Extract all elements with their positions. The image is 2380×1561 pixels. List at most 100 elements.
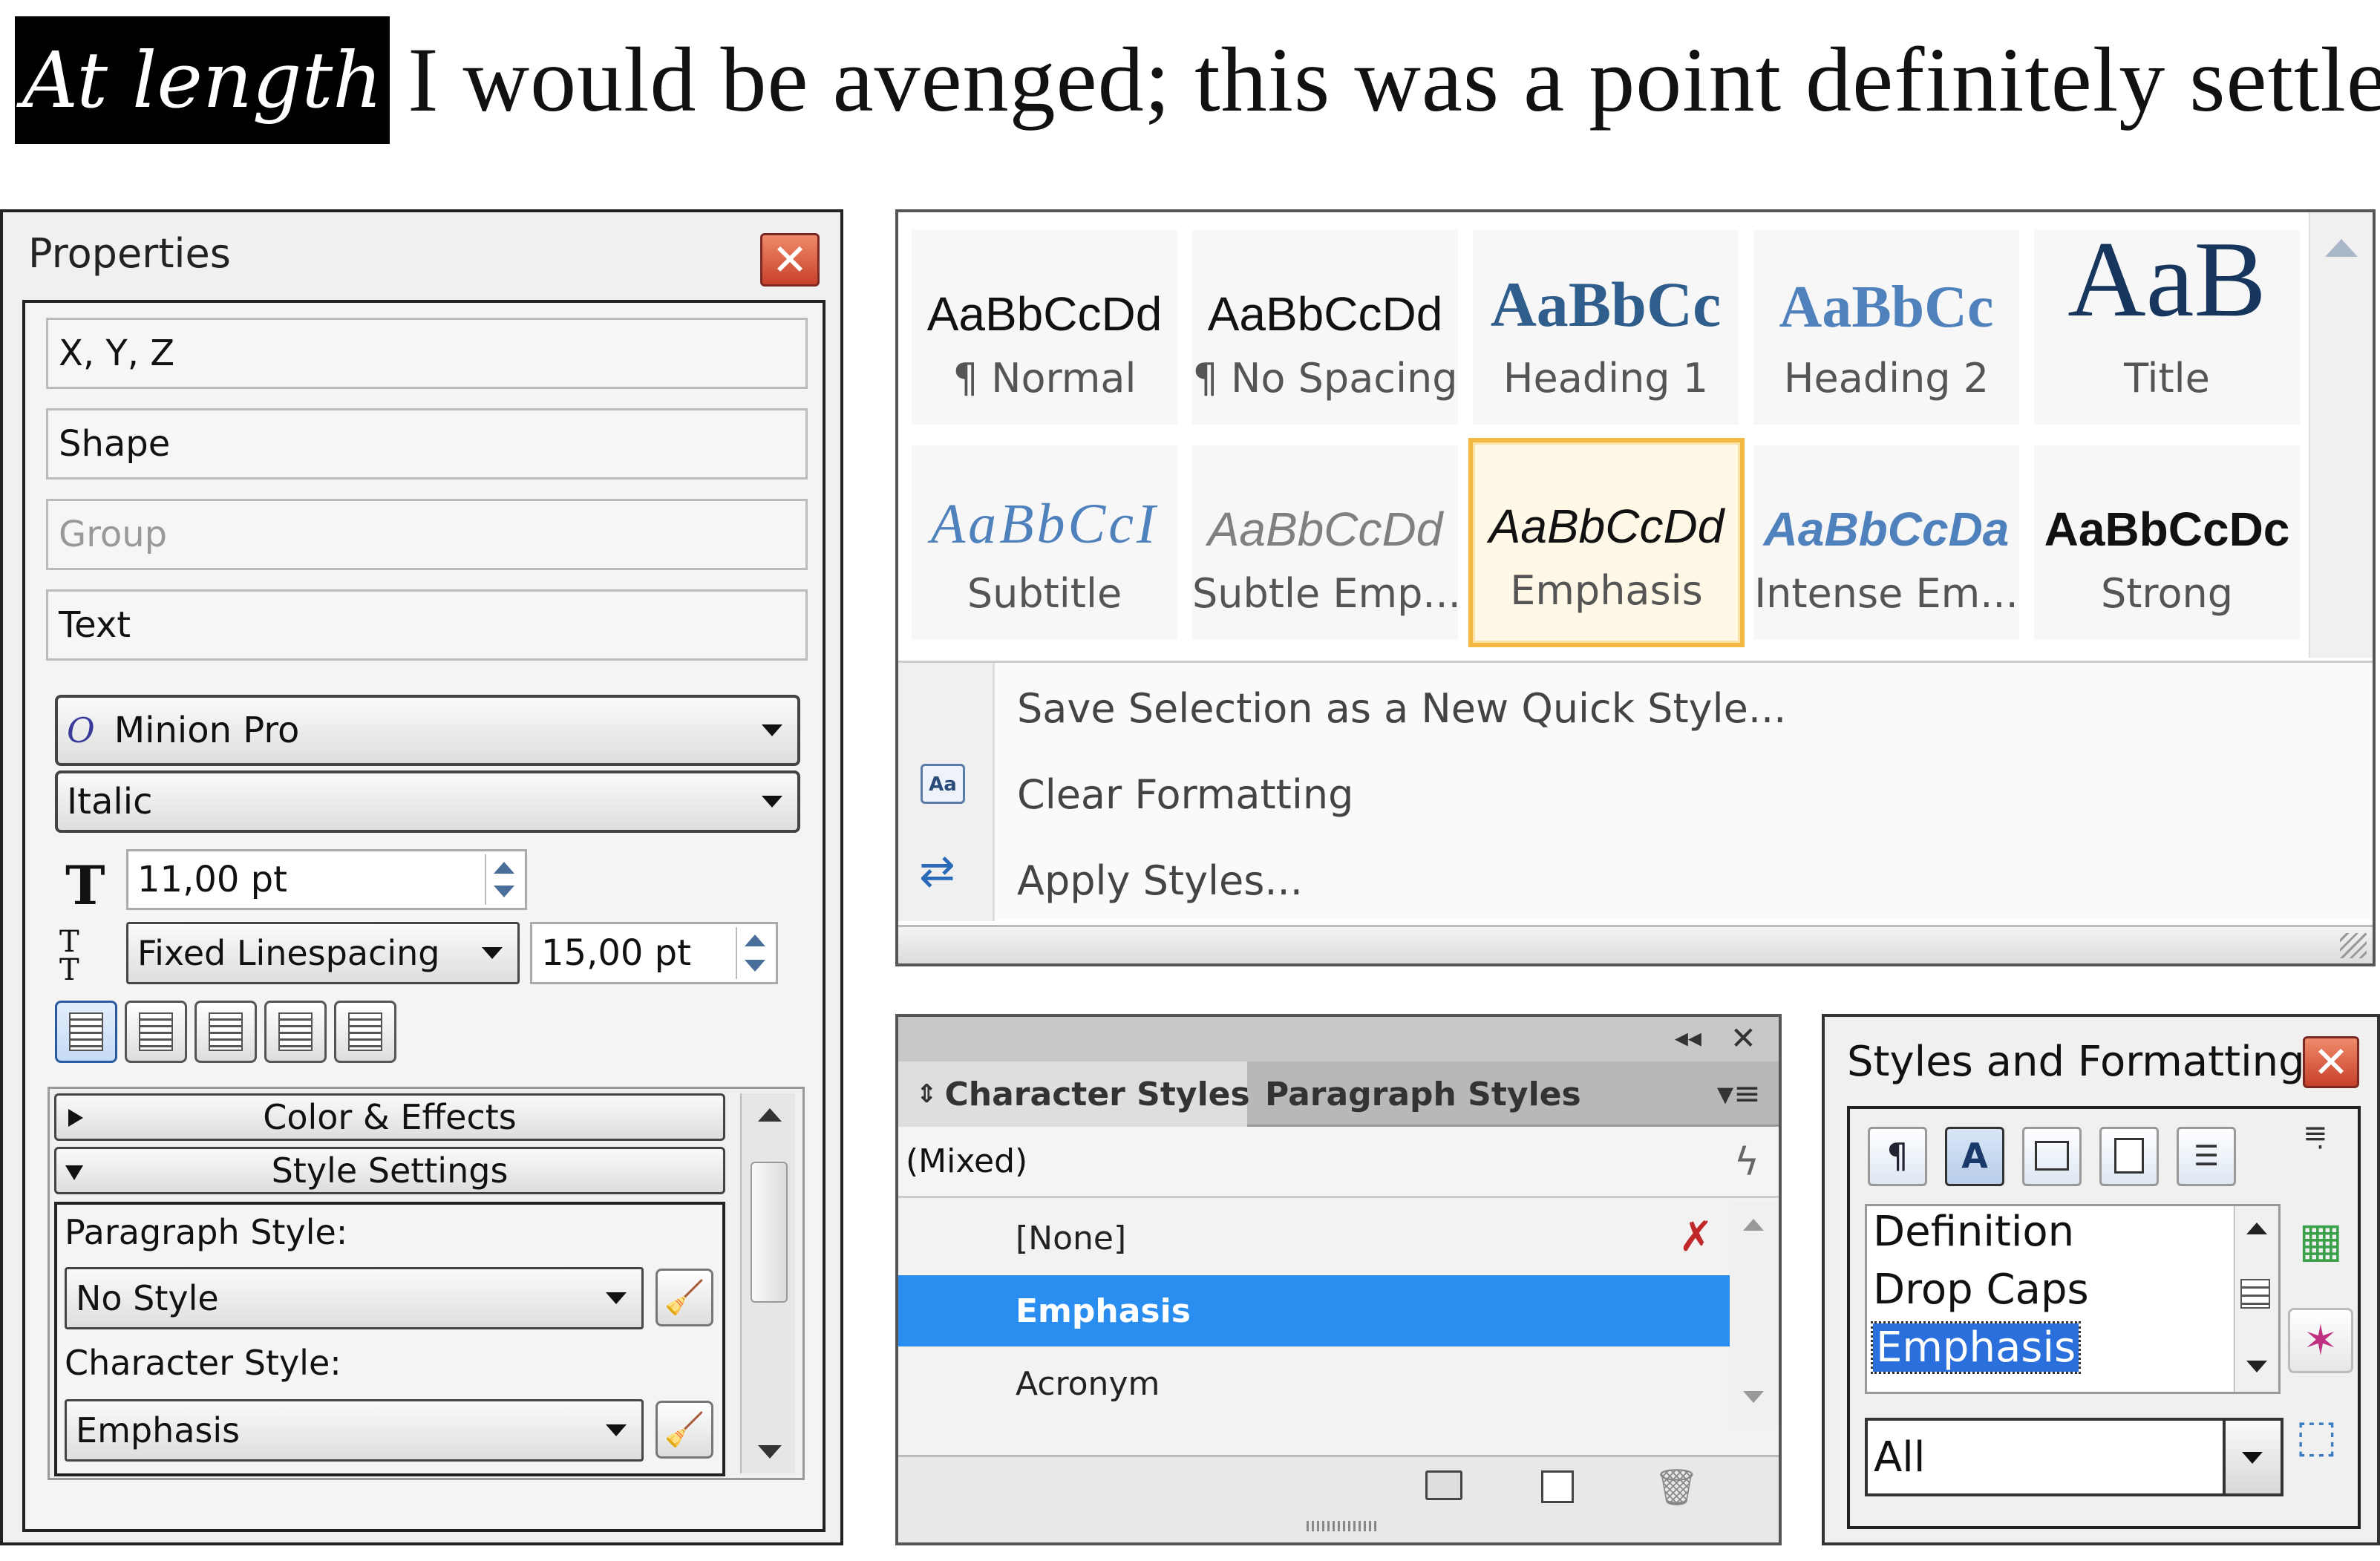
align-force-justify-button[interactable] [334, 1001, 396, 1063]
color-effects-section[interactable]: Color & Effects [54, 1093, 725, 1141]
close-button[interactable]: ✕ [760, 233, 820, 287]
clear-formatting-item[interactable]: Clear Formatting [1017, 771, 1353, 818]
scroll-thumb[interactable] [751, 1162, 788, 1303]
style-list-item[interactable]: Definition [1873, 1208, 2074, 1256]
linespacing-value: 15,00 pt [541, 932, 691, 974]
style-tile-title[interactable]: AaB Title [2034, 230, 2300, 425]
save-quick-style-item[interactable]: Save Selection as a New Quick Style... [1017, 685, 1786, 732]
styles-and-formatting-panel: Styles and Formatting ✕ ¶ A ☰ Definition… [1822, 1014, 2380, 1545]
paragraph-style-label: Paragraph Style: [65, 1212, 348, 1252]
style-tile-no-spacing[interactable]: AaBbCcDd ¶ No Spacing [1192, 230, 1458, 425]
character-styles-button[interactable]: A [1945, 1127, 2004, 1186]
highlighted-text: At length [15, 16, 390, 144]
style-tile-intense-emphasis[interactable]: AaBbCcDa Intense Em... [1753, 445, 2019, 640]
alignment-buttons [55, 1001, 396, 1063]
fill-format-icon[interactable]: ▦ [2298, 1213, 2343, 1268]
gallery-resize-bar[interactable] [898, 925, 2373, 963]
font-style-dropdown[interactable]: Italic [55, 770, 800, 833]
paragraph-styles-button[interactable]: ¶ [1868, 1127, 1927, 1186]
chevron-down-icon [2242, 1452, 2263, 1464]
tab-paragraph-styles[interactable]: Paragraph Styles [1247, 1061, 1586, 1127]
style-filter-dropdown[interactable]: All [1865, 1418, 2226, 1496]
linespacing-mode-dropdown[interactable]: Fixed Linespacing [126, 922, 520, 984]
gallery-scrollbar[interactable] [2309, 212, 2373, 658]
style-list: Definition Drop Caps Emphasis [1865, 1204, 2236, 1394]
style-list-item-selected[interactable]: Emphasis [1870, 1321, 2082, 1374]
close-button[interactable]: ✕ [2303, 1036, 2359, 1088]
style-row-emphasis[interactable]: Emphasis [898, 1275, 1730, 1346]
linespacing-icon: TT [59, 925, 79, 987]
panel-menu-icon[interactable]: ≡̣ [2303, 1116, 2328, 1151]
update-style-icon[interactable]: ⬚ [2295, 1410, 2338, 1462]
style-preview: AaBbCcDd [926, 287, 1163, 341]
spin-up-icon [745, 935, 765, 946]
style-tile-heading-2[interactable]: AaBbCc Heading 2 [1753, 230, 2019, 425]
font-size-spinner[interactable] [485, 854, 522, 905]
chevron-down-icon [762, 724, 782, 736]
style-name: Subtitle [967, 570, 1122, 617]
close-icon[interactable]: ✕ [1730, 1020, 1756, 1056]
linespacing-input[interactable]: 15,00 pt [530, 922, 778, 984]
style-name: ¶ No Spacing [1192, 355, 1458, 402]
frame-icon [2035, 1141, 2069, 1171]
style-tile-strong[interactable]: AaBbCcDc Strong [2034, 445, 2300, 640]
panel-menu-icon[interactable]: ▾≡ [1717, 1075, 1761, 1113]
style-name: Strong [2100, 570, 2233, 617]
style-list-item[interactable]: Drop Caps [1873, 1266, 2089, 1314]
style-row-none[interactable]: [None] ✗ [898, 1202, 1730, 1274]
new-group-icon[interactable] [1425, 1470, 1462, 1500]
shape-button[interactable]: Shape [46, 408, 808, 480]
new-style-icon[interactable] [1541, 1470, 1574, 1503]
font-family-dropdown[interactable]: O Minion Pro [55, 695, 800, 766]
group-button[interactable]: Group [46, 499, 808, 570]
new-style-from-selection-icon[interactable]: ✶ [2288, 1308, 2353, 1373]
style-preview: AaBbCcDd [1488, 500, 1724, 553]
panel-resize-handle[interactable] [1307, 1521, 1378, 1531]
expand-icon [68, 1109, 83, 1127]
style-settings-scrollbar[interactable] [740, 1093, 795, 1473]
page-styles-button[interactable] [2099, 1127, 2159, 1186]
align-left-button[interactable] [55, 1001, 117, 1063]
style-tiles: AaBbCcDd ¶ Normal AaBbCcDd ¶ No Spacing … [898, 212, 2309, 658]
scroll-up-icon [2246, 1223, 2267, 1234]
align-justify-icon [278, 1012, 313, 1051]
page-icon [2114, 1138, 2144, 1174]
collapse-panel-icon[interactable]: ◂◂ [1675, 1023, 1701, 1053]
paragraph-style-dropdown[interactable]: No Style [65, 1267, 644, 1329]
align-center-button[interactable] [125, 1001, 187, 1063]
align-force-justify-icon [348, 1012, 382, 1051]
font-size-input[interactable]: 11,00 pt [126, 849, 527, 910]
gallery-menu: Aa ⇄ Save Selection as a New Quick Style… [898, 661, 2373, 921]
clear-paragraph-style-button[interactable]: 🧹 [656, 1269, 713, 1326]
scroll-thumb[interactable] [2240, 1279, 2270, 1309]
tab-character-styles[interactable]: ⇕ Character Styles [898, 1061, 1250, 1127]
broom-icon: 🧹 [664, 1411, 705, 1449]
lightning-icon[interactable]: ϟ [1734, 1140, 1759, 1185]
xyz-button[interactable]: X, Y, Z [46, 318, 808, 389]
properties-panel: Properties ✕ X, Y, Z Shape Group Text O … [0, 209, 843, 1545]
style-row-acronym[interactable]: Acronym [898, 1348, 1730, 1419]
list-styles-button[interactable]: ☰ [2177, 1127, 2236, 1186]
apply-styles-item[interactable]: Apply Styles... [1017, 857, 1303, 904]
style-tile-emphasis[interactable]: AaBbCcDd Emphasis [1468, 438, 1745, 647]
style-tile-subtle-emphasis[interactable]: AaBbCcDd Subtle Emp... [1192, 445, 1461, 640]
style-list-scrollbar[interactable] [2234, 1204, 2281, 1394]
tab-label: Paragraph Styles [1265, 1075, 1581, 1113]
style-filter-button[interactable] [2226, 1418, 2283, 1496]
color-effects-label: Color & Effects [263, 1097, 517, 1137]
text-button[interactable]: Text [46, 589, 808, 661]
character-style-dropdown[interactable]: Emphasis [65, 1399, 644, 1462]
frame-styles-button[interactable] [2022, 1127, 2082, 1186]
trash-icon[interactable]: 🗑 [1654, 1466, 1699, 1508]
styles-list-scrollbar[interactable] [1730, 1202, 1779, 1427]
style-settings-section[interactable]: Style Settings [54, 1147, 725, 1194]
chevron-down-icon [762, 796, 782, 808]
style-tile-normal[interactable]: AaBbCcDd ¶ Normal [912, 230, 1177, 425]
align-right-button[interactable] [194, 1001, 257, 1063]
clear-character-style-button[interactable]: 🧹 [656, 1401, 713, 1459]
linespacing-spinner[interactable] [736, 927, 773, 979]
align-justify-button[interactable] [264, 1001, 327, 1063]
style-tile-heading-1[interactable]: AaBbCc Heading 1 [1473, 230, 1739, 425]
style-tile-subtitle[interactable]: AaBbCcI Subtitle [912, 445, 1177, 640]
style-row-label: Acronym [1016, 1364, 1160, 1403]
